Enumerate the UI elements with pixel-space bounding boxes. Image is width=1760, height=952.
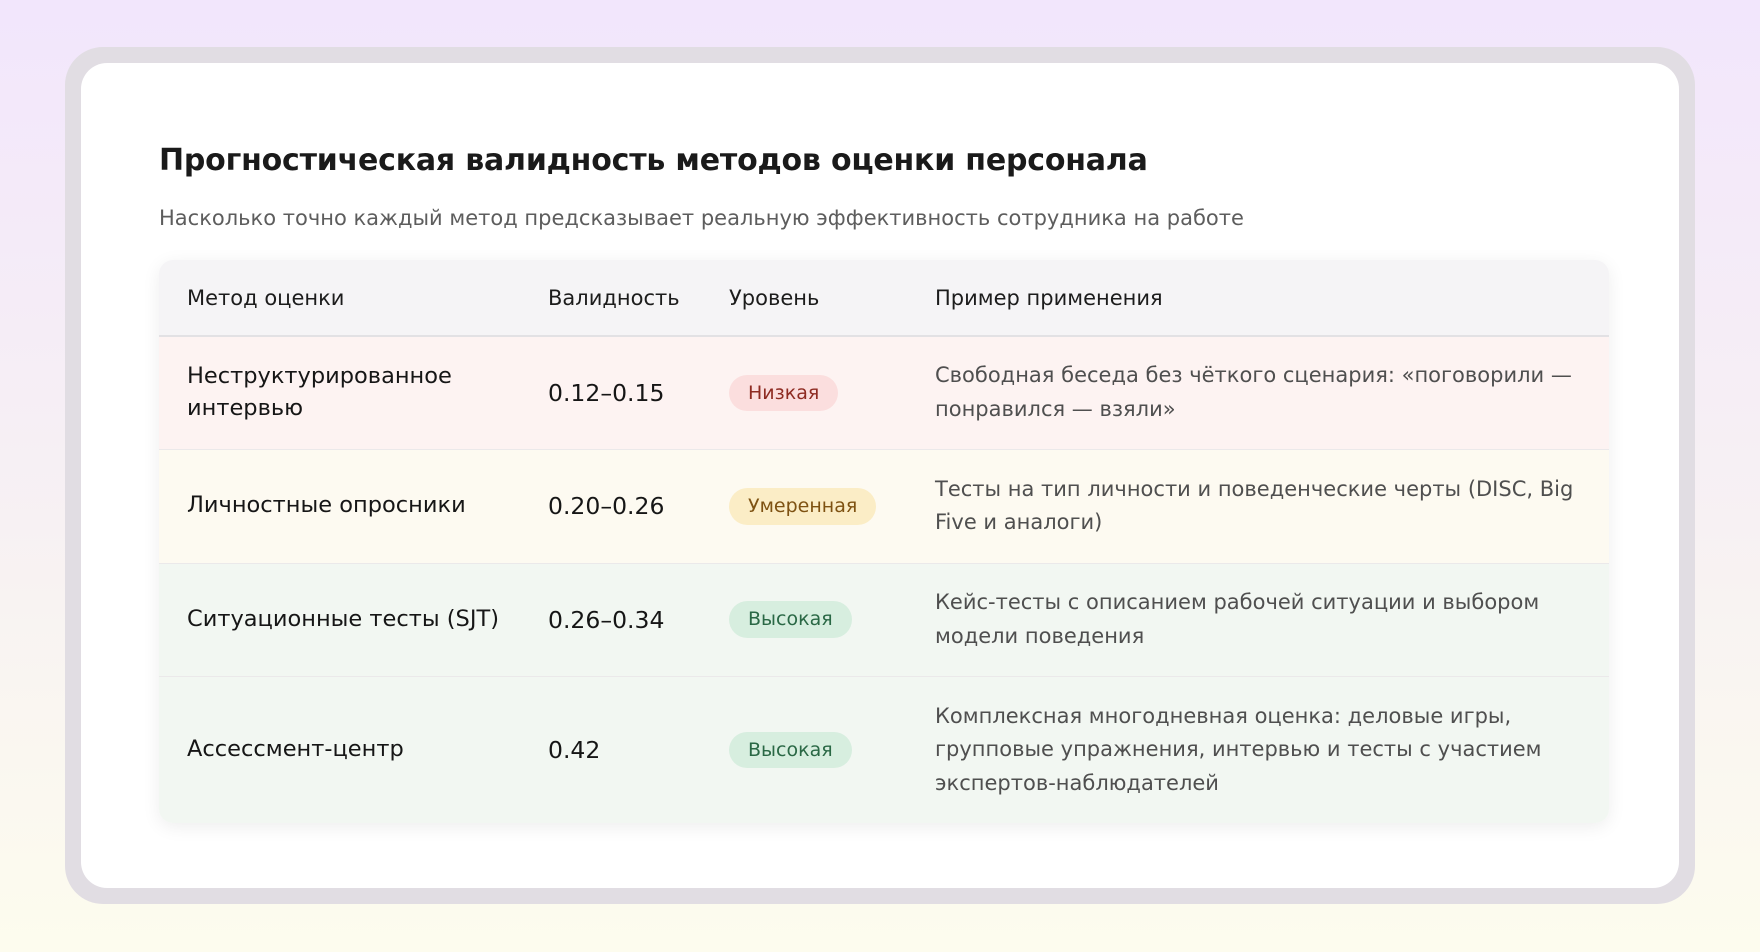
validity-cell: 0.12–0.15 (548, 379, 665, 408)
level-badge-high: Высокая (729, 601, 852, 639)
page-title: Прогностическая валидность методов оценк… (159, 143, 1148, 178)
method-cell: Личностные опросники (187, 492, 466, 519)
header-method: Метод оценки (187, 285, 345, 310)
example-cell: Кейс-тесты с описанием рабочей ситуации … (935, 590, 1540, 648)
validity-table-container: Метод оценки Валидность Уровень Пример п… (159, 260, 1609, 824)
table-row: Ситуационные тесты (SJT) 0.26–0.34 Высок… (159, 563, 1609, 677)
level-badge-high: Высокая (729, 731, 852, 769)
table-header: Метод оценки Валидность Уровень Пример п… (159, 260, 1609, 337)
level-cell: Высокая (701, 563, 907, 676)
example-cell: Свободная беседа без чёткого сценария: «… (935, 363, 1572, 422)
example-cell: Комплексная многодневная оценка: деловые… (935, 703, 1542, 795)
method-cell: Неструктурированное интервью (187, 363, 452, 422)
table-row: Неструктурированное интервью 0.12–0.15 Н… (159, 336, 1609, 450)
level-cell: Высокая (701, 676, 907, 823)
header-example: Пример применения (935, 285, 1163, 310)
header-validity: Валидность (548, 285, 680, 310)
example-cell: Тесты на тип личности и поведенческие че… (935, 476, 1574, 535)
validity-cell: 0.42 (548, 736, 601, 765)
table-header-row: Метод оценки Валидность Уровень Пример п… (159, 260, 1609, 337)
table-row: Личностные опросники 0.20–0.26 Умеренная… (159, 449, 1609, 564)
validity-cell: 0.20–0.26 (548, 492, 665, 521)
level-badge-moderate: Умеренная (729, 487, 877, 525)
card-frame: Прогностическая валидность методов оценк… (65, 47, 1695, 904)
table-row: Ассессмент-центр 0.42 Высокая Комплексна… (159, 676, 1609, 824)
header-level: Уровень (729, 285, 820, 310)
content-card: Прогностическая валидность методов оценк… (81, 63, 1679, 888)
validity-cell: 0.26–0.34 (548, 605, 665, 634)
validity-table: Метод оценки Валидность Уровень Пример п… (159, 260, 1609, 824)
method-cell: Ассессмент-центр (187, 736, 404, 763)
table-body: Неструктурированное интервью 0.12–0.15 Н… (159, 336, 1609, 824)
method-cell: Ситуационные тесты (SJT) (187, 605, 499, 632)
level-cell: Низкая (701, 336, 907, 449)
level-cell: Умеренная (701, 449, 907, 563)
page-subtitle: Насколько точно каждый метод предсказыва… (159, 206, 1244, 230)
level-badge-low: Низкая (729, 374, 839, 412)
